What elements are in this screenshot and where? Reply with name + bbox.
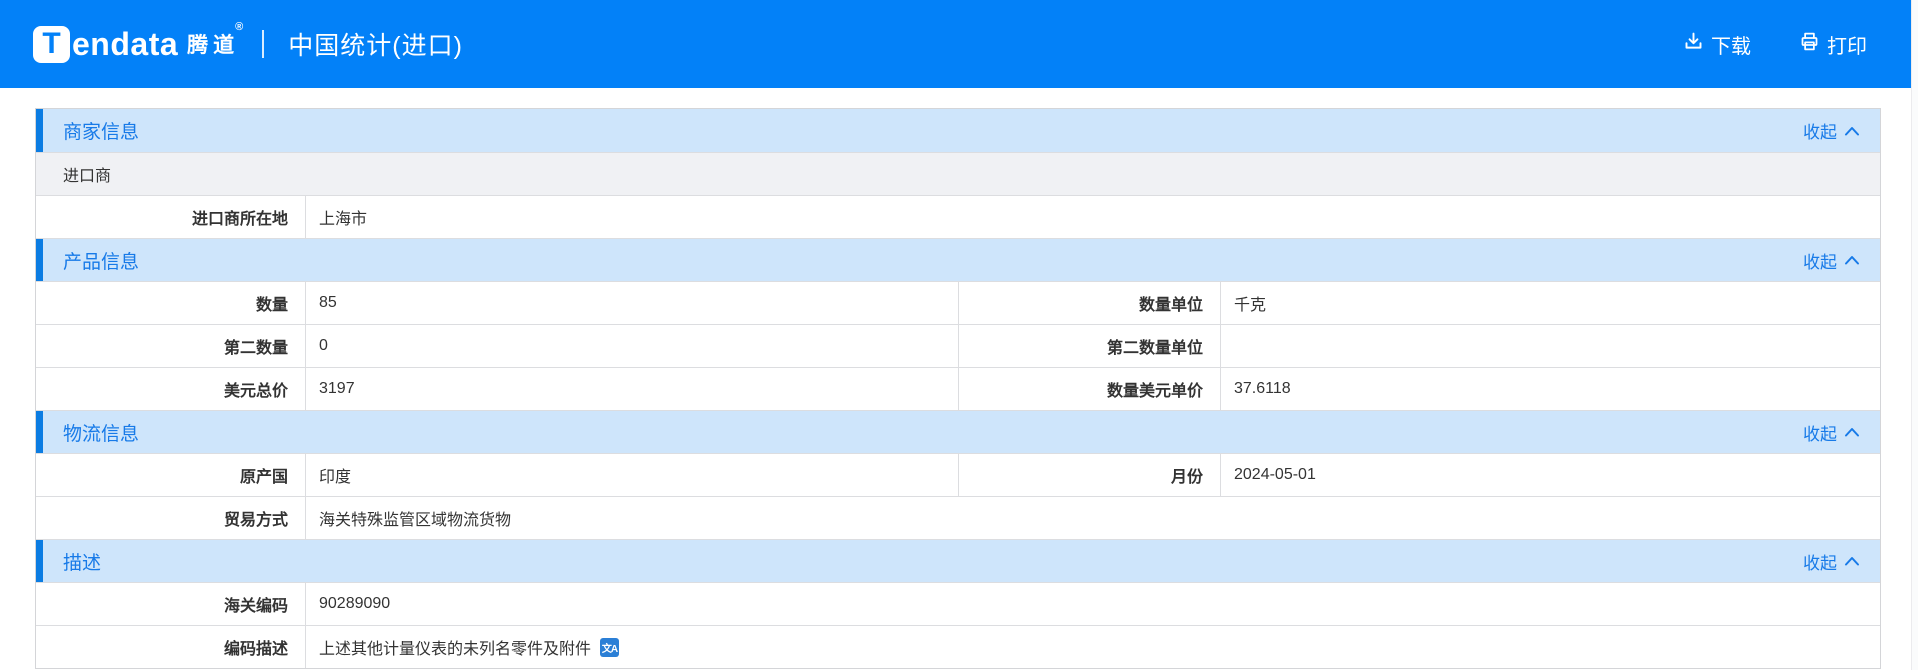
brand-logo[interactable]: T endata 腾道® <box>33 21 252 63</box>
print-label: 打印 <box>1827 35 1867 58</box>
table-row: 贸易方式 海关特殊监管区域物流货物 <box>36 496 1880 539</box>
section-title: 产品信息 <box>63 251 140 273</box>
brand-logo-icon: T <box>33 25 70 63</box>
field-value: 37.6118 <box>1234 380 1291 397</box>
field-label: 数量单位 <box>958 282 1221 324</box>
detail-table: 商家信息 收起 进口商 进口商所在地 上海市 产品信息 收起 数量 85 数量单位 千克 第二数量 0 第… <box>35 108 1881 669</box>
collapse-toggle[interactable]: 收起 <box>1803 420 1860 445</box>
section-header: 产品信息 收起 <box>36 238 1880 281</box>
table-row: 数量 85 数量单位 千克 <box>36 281 1880 324</box>
field-value-text: 90289090 <box>319 595 391 612</box>
download-icon <box>1683 31 1704 58</box>
chevron-up-icon <box>1844 126 1860 136</box>
field-value: 印度 <box>319 469 352 486</box>
title-divider <box>262 30 265 58</box>
field-label: 进口商所在地 <box>36 196 306 238</box>
field-label: 贸易方式 <box>36 497 306 539</box>
brand-name-cn: 腾道® <box>187 21 249 57</box>
field-label: 数量美元单价 <box>958 368 1221 410</box>
chevron-up-icon <box>1844 556 1860 566</box>
print-icon <box>1799 31 1820 58</box>
collapse-toggle[interactable]: 收起 <box>1803 118 1860 143</box>
chevron-up-icon <box>1844 427 1860 437</box>
top-bar: T endata 腾道® 中国统计(进口) 下载 打印 <box>0 0 1918 88</box>
section-title: 商家信息 <box>63 122 140 143</box>
field-label: 第二数量单位 <box>958 325 1221 367</box>
chevron-up-icon <box>1844 255 1860 265</box>
field-label: 美元总价 <box>36 368 306 410</box>
table-row: 第二数量 0 第二数量单位 <box>36 324 1880 367</box>
collapse-label: 收起 <box>1803 123 1837 142</box>
row-text: 进口商 <box>63 168 112 185</box>
field-value: 2024-05-01 <box>1234 466 1316 483</box>
collapse-label: 收起 <box>1803 252 1837 272</box>
collapse-toggle[interactable]: 收起 <box>1803 549 1860 574</box>
section-title: 描述 <box>63 552 102 574</box>
download-button[interactable]: 下载 <box>1683 30 1751 59</box>
field-label: 编码描述 <box>36 626 306 668</box>
section-header: 物流信息 收起 <box>36 410 1880 453</box>
section-accent-bar <box>36 540 43 582</box>
brand-logo-letter: T <box>42 27 61 60</box>
section-accent-bar <box>36 109 43 152</box>
field-label: 海关编码 <box>36 583 306 625</box>
section-accent-bar <box>36 239 43 281</box>
field-value <box>1221 325 1880 367</box>
field-value: 90289090 <box>306 583 1880 625</box>
field-value: 海关特殊监管区域物流货物 <box>306 497 1880 539</box>
brand-name: endata <box>72 25 179 62</box>
field-value: 3197 <box>319 380 355 397</box>
print-button[interactable]: 打印 <box>1799 30 1867 59</box>
field-value: 85 <box>319 294 337 311</box>
field-value-text: 海关特殊监管区域物流货物 <box>319 512 512 529</box>
table-row: 编码描述 上述其他计量仪表的未列名零件及附件 文A <box>36 625 1880 668</box>
registered-mark: ® <box>235 21 249 33</box>
section-header: 描述 收起 <box>36 539 1880 582</box>
section-header: 商家信息 收起 <box>36 109 1880 152</box>
table-row: 进口商所在地 上海市 <box>36 195 1880 238</box>
table-row: 美元总价 3197 数量美元单价 37.6118 <box>36 367 1880 410</box>
field-label: 原产国 <box>36 454 306 496</box>
table-row: 进口商 <box>36 152 1880 195</box>
field-value: 0 <box>319 337 328 354</box>
field-value-text: 上述其他计量仪表的未列名零件及附件 <box>319 641 592 658</box>
page-title: 中国统计(进口) <box>288 32 463 60</box>
section-title: 物流信息 <box>63 423 140 445</box>
collapse-label: 收起 <box>1803 424 1837 444</box>
download-label: 下载 <box>1711 35 1751 58</box>
field-value: 上述其他计量仪表的未列名零件及附件 文A <box>306 626 1880 668</box>
field-label: 月份 <box>958 454 1221 496</box>
translate-icon[interactable]: 文A <box>600 637 620 657</box>
table-row: 原产国 印度 月份 2024-05-01 <box>36 453 1880 496</box>
field-label: 数量 <box>36 282 306 324</box>
vertical-scrollbar[interactable] <box>1911 0 1918 670</box>
table-row: 海关编码 90289090 <box>36 582 1880 625</box>
field-value: 上海市 <box>306 196 1880 238</box>
section-accent-bar <box>36 411 43 453</box>
toolbar-actions: 下载 打印 <box>1683 30 1867 59</box>
collapse-toggle[interactable]: 收起 <box>1803 248 1860 273</box>
field-label: 第二数量 <box>36 325 306 367</box>
collapse-label: 收起 <box>1803 553 1837 573</box>
field-value-text: 上海市 <box>319 211 368 228</box>
field-value: 千克 <box>1234 297 1267 314</box>
